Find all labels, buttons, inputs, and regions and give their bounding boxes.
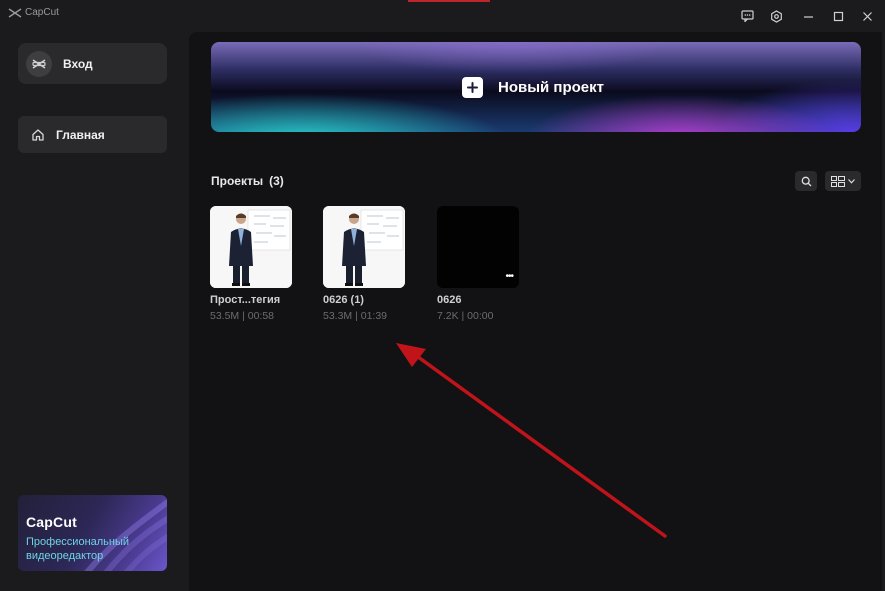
project-thumbnail[interactable] [210, 206, 292, 288]
grid-view-icon [831, 175, 845, 187]
minimize-icon[interactable] [800, 8, 816, 24]
search-icon [801, 176, 811, 186]
project-name: 0626 [437, 294, 462, 306]
capcut-logo-icon [8, 7, 22, 18]
project-card[interactable]: 0626 (1) 53.3M | 01:39 [323, 206, 407, 322]
plus-icon [462, 77, 483, 98]
login-button[interactable]: Вход [18, 43, 167, 84]
promo-subtitle: Профессиональный видеоредактор [26, 536, 130, 562]
maximize-icon[interactable] [830, 8, 846, 24]
project-thumbnail[interactable] [323, 206, 405, 288]
project-meta: 53.5M | 00:58 [210, 310, 275, 322]
close-icon[interactable] [859, 8, 875, 24]
project-name: 0626 (1) [323, 294, 364, 306]
feedback-icon[interactable] [739, 8, 755, 24]
project-thumbnail[interactable]: ••• [437, 206, 519, 288]
app-logo: CapCut [8, 7, 59, 18]
settings-icon[interactable] [768, 8, 784, 24]
sidebar-item-label: Главная [56, 127, 105, 142]
presenter-thumbnail [323, 206, 405, 288]
new-project-button[interactable]: Новый проект [211, 42, 861, 132]
projects-heading-label: Проекты [211, 174, 264, 188]
project-meta: 53.3M | 01:39 [323, 310, 388, 322]
new-project-label: Новый проект [498, 79, 604, 96]
promo-banner[interactable]: CapCut Профессиональный видеоредактор [18, 495, 167, 571]
home-icon [32, 128, 44, 141]
title-bar: CapCut [0, 0, 885, 32]
app-name: CapCut [25, 7, 59, 18]
projects-heading: Проекты (3) [211, 174, 284, 188]
project-name: Прост...тегия [210, 294, 281, 306]
sidebar: Вход Главная CapCut Профессиональный вид… [0, 0, 189, 591]
capcut-avatar-icon [26, 50, 52, 77]
sidebar-item-home[interactable]: Главная [18, 116, 167, 153]
presenter-thumbnail [210, 206, 292, 288]
search-button[interactable] [795, 171, 817, 191]
login-label: Вход [63, 56, 93, 71]
promo-title: CapCut [26, 514, 77, 530]
more-options-icon[interactable]: ••• [505, 272, 513, 282]
chevron-down-icon [848, 178, 855, 184]
title-accent-line [408, 0, 490, 2]
project-card[interactable]: ••• 0626 7.2K | 00:00 [437, 206, 521, 322]
project-meta: 7.2K | 00:00 [437, 310, 494, 322]
view-mode-button[interactable] [825, 171, 861, 191]
projects-count: (3) [269, 174, 284, 188]
project-card[interactable]: Прост...тегия 53.5M | 00:58 [210, 206, 294, 322]
